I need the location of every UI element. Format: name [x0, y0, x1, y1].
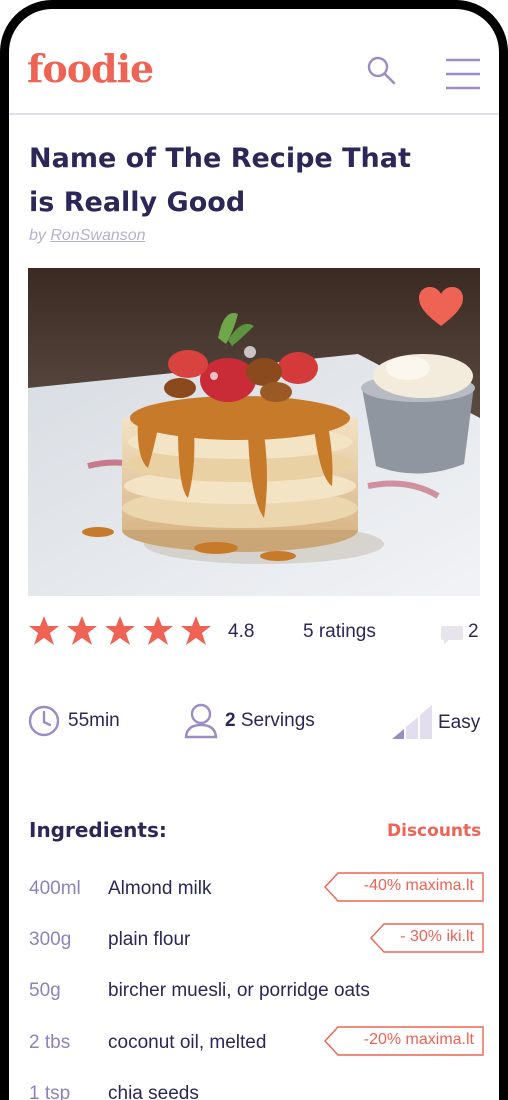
discount-text: - 30% iki.lt: [400, 928, 474, 945]
ingredient-name: Almond milk: [108, 878, 212, 899]
by-label: by: [29, 227, 46, 244]
difficulty-bars-icon: [392, 705, 432, 739]
ingredients-heading: Ingredients:: [29, 818, 167, 842]
recipe-byline: by RonSwanson: [29, 227, 146, 245]
ratings-count[interactable]: 5 ratings: [303, 621, 376, 643]
search-icon[interactable]: [365, 55, 397, 87]
ingredient-row: 2 tbs coconut oil, melted -20% maxima.lt: [29, 1026, 484, 1062]
comment-icon[interactable]: [440, 625, 464, 645]
ingredient-row: 300g plain flour - 30% iki.lt: [29, 923, 484, 959]
ingredient-qty: 1 tsp: [29, 1083, 71, 1100]
servings-user-icon: [184, 703, 218, 739]
menu-icon[interactable]: [445, 57, 481, 91]
discount-tag[interactable]: -40% maxima.lt: [324, 872, 484, 902]
ingredient-qty: 50g: [29, 980, 61, 1001]
recipe-meta-row: 55min 2 Servings Easy: [28, 699, 480, 743]
ingredient-row: 400ml Almond milk -40% maxima.lt: [29, 872, 484, 908]
star-icon[interactable]: [66, 615, 98, 646]
rating-value: 4.8: [228, 621, 255, 642]
ingredient-qty: 300g: [29, 929, 72, 950]
recipe-title: Name of The Recipe That is Really Good: [29, 143, 411, 218]
ingredient-name: bircher muesli, or porridge oats: [108, 980, 370, 1001]
ingredient-name: coconut oil, melted: [108, 1032, 267, 1053]
ingredient-name: chia seeds: [108, 1083, 199, 1100]
difficulty: Easy: [438, 712, 481, 733]
servings: 2 Servings: [225, 710, 315, 732]
ingredient-row: 50g bircher muesli, or porridge oats: [29, 974, 484, 1010]
clock-icon: [28, 705, 60, 737]
recipe-photo: [28, 268, 480, 596]
favorite-heart-icon[interactable]: [418, 286, 464, 328]
ingredient-qty: 2 tbs: [29, 1032, 71, 1053]
ingredient-qty: 400ml: [29, 878, 81, 899]
servings-number: 2: [225, 710, 236, 731]
star-icon[interactable]: [142, 615, 174, 646]
app-header: foodie: [9, 9, 499, 115]
discount-text: -40% maxima.lt: [363, 877, 474, 894]
rating-row: 4.8 5 ratings 2: [28, 613, 480, 653]
discount-tag[interactable]: -20% maxima.lt: [324, 1026, 484, 1056]
star-icon[interactable]: [180, 615, 212, 646]
ingredient-name: plain flour: [108, 929, 191, 950]
servings-label: Servings: [240, 710, 315, 731]
discount-tag[interactable]: - 30% iki.lt: [370, 923, 484, 953]
cook-time: 55min: [68, 710, 120, 731]
star-icon[interactable]: [104, 615, 136, 646]
phone-frame: foodie Name of The Recipe That is Really…: [0, 0, 508, 1100]
app-logo[interactable]: foodie: [27, 49, 154, 89]
ingredient-row: 1 tsp chia seeds: [29, 1077, 484, 1100]
discounts-heading[interactable]: Discounts: [387, 821, 481, 841]
author-link[interactable]: RonSwanson: [50, 227, 145, 244]
comment-count[interactable]: 2: [468, 621, 479, 643]
star-icon[interactable]: [28, 615, 60, 646]
discount-text: -20% maxima.lt: [363, 1031, 474, 1048]
